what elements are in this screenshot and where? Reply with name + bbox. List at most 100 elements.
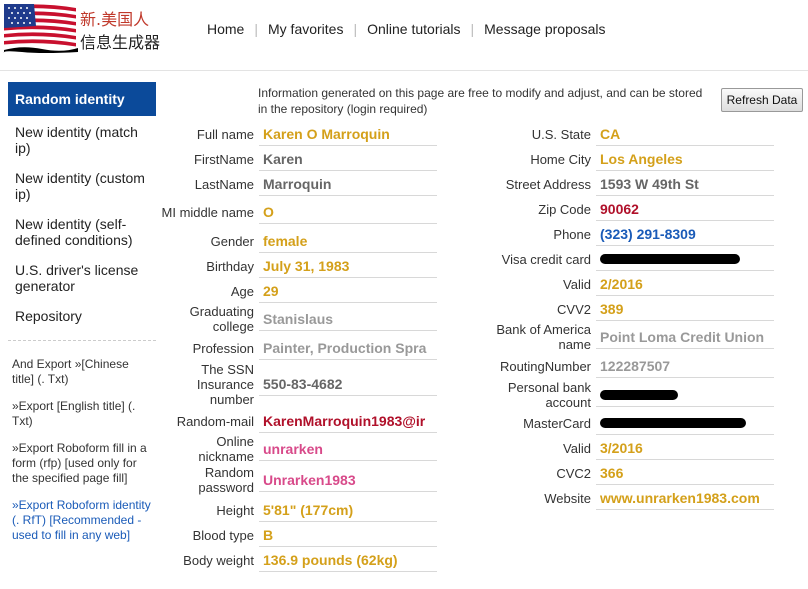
logo-line-1: 新.美国人 [80,10,150,29]
right-value-text: Los Angeles [600,150,683,167]
right-row-cvv2: CVV2 389 [490,297,774,321]
export-roboform-rft-link[interactable]: »Export Roboform identity (. RfT) [Recom… [8,498,156,543]
right-value-text: 1593 W 49th St [600,175,699,192]
export-chinese-txt-link[interactable]: And Export »[Chinese title] (. Txt) [8,357,156,387]
sidebar-item-custom-ip[interactable]: New identity (custom ip) [8,162,156,208]
right-value-text: Point Loma Credit Union [600,328,765,345]
right-value-cvv2[interactable]: 389 [596,297,774,321]
right-label-valid: Valid [563,440,591,456]
nav-online-tutorials[interactable]: Online tutorials [367,21,460,37]
sidebar-item-self-defined[interactable]: New identity (self-defined conditions) [8,208,156,254]
left-value-blood-type[interactable]: B [259,523,437,547]
left-row-random-mail: Random-mail KarenMarroquin1983@ir [160,409,437,433]
left-value-text: 29 [263,282,279,299]
left-label-gender: Gender [210,233,254,249]
nav-separator: | [254,21,258,37]
left-value-full-name[interactable]: Karen O Marroquin [259,122,437,146]
left-value-text: KarenMarroquin1983@ir [263,412,426,429]
right-value-personal-bank-account[interactable] [596,383,774,407]
left-value-online-nickname[interactable]: unrarken [259,437,437,461]
right-label-mastercard: MasterCard [523,415,591,431]
right-label-phone: Phone [553,226,591,242]
right-value-u-s-state[interactable]: CA [596,122,774,146]
right-value-routingnumber[interactable]: 122287507 [596,354,774,378]
left-value-firstname[interactable]: Karen [259,147,437,171]
left-label-blood-type: Blood type [192,527,254,543]
left-value-gender[interactable]: female [259,229,437,253]
nav-my-favorites[interactable]: My favorites [268,21,343,37]
right-label-cvv2: CVV2 [557,301,591,317]
right-row-bank-of-america-name: Bank of America name Point Loma Credit Un… [490,322,774,352]
left-value-the-ssn-insurance-number[interactable]: 550-83-4682 [259,372,437,396]
right-value-text: 366 [600,464,624,481]
left-label-body-weight: Body weight [183,552,254,568]
right-value-phone[interactable]: (323) 291-8309 [596,222,774,246]
left-row-blood-type: Blood type B [160,523,437,547]
sidebar-item-drivers-license[interactable]: U.S. driver's license generator [8,254,156,300]
sidebar-item-match-ip[interactable]: New identity (match ip) [8,116,156,162]
redaction-scribble [3,47,78,53]
left-value-lastname[interactable]: Marroquin [259,172,437,196]
left-label-height: Height [216,502,254,518]
sidebar-item-repository[interactable]: Repository [8,300,156,330]
right-row-cvc2: CVC2 366 [490,461,774,485]
left-label-firstname: FirstName [194,151,254,167]
right-value-text: 122287507 [600,357,671,374]
sidebar: Random identity New identity (match ip) … [8,82,156,555]
export-roboform-rfp-link[interactable]: »Export Roboform fill in a form (rfp) [u… [8,441,156,486]
refresh-data-button[interactable]: Refresh Data [721,88,803,112]
right-label-website: Website [544,490,591,506]
right-value-website[interactable]: www.unrarken1983.com [596,486,774,510]
right-value-text: (323) 291-8309 [600,225,696,242]
left-value-text: Unrarken1983 [263,471,356,488]
right-value-mastercard[interactable] [596,411,774,435]
left-value-body-weight[interactable]: 136.9 pounds (62kg) [259,548,437,572]
export-english-txt-link[interactable]: »Export [English title] (. Txt) [8,399,156,429]
left-value-text: 550-83-4682 [263,375,343,392]
right-label-routingnumber: RoutingNumber [499,358,591,374]
right-value-valid[interactable]: 3/2016 [596,436,774,460]
left-row-age: Age 29 [160,279,437,303]
right-row-street-address: Street Address 1593 W 49th St [490,172,774,196]
right-value-visa-credit-card[interactable] [596,247,774,271]
left-value-text: Karen O Marroquin [263,125,390,142]
top-nav: Home | My favorites | Online tutorials |… [207,21,606,37]
sidebar-item-random-identity[interactable]: Random identity [8,82,156,116]
right-value-cvc2[interactable]: 366 [596,461,774,485]
left-row-firstname: FirstName Karen [160,147,437,171]
left-value-graduating-college[interactable]: Stanislaus [259,307,437,331]
right-label-zip-code: Zip Code [538,201,591,217]
left-value-random-password[interactable]: Unrarken1983 [259,468,437,492]
logo-line-2: 信息生成器 [80,33,161,52]
left-label-lastname: LastName [194,176,254,192]
left-row-the-ssn-insurance-number: The SSN Insurance number 550-83-4682 [160,361,437,407]
nav-message-proposals[interactable]: Message proposals [484,21,605,37]
left-value-profession[interactable]: Painter, Production Spra [259,336,437,360]
right-row-valid: Valid 2/2016 [490,272,774,296]
right-value-street-address[interactable]: 1593 W 49th St [596,172,774,196]
right-value-bank-of-america-name[interactable]: Point Loma Credit Union [596,325,774,349]
nav-separator: | [470,21,475,37]
right-label-cvc2: CVC2 [556,465,591,481]
left-value-text: Marroquin [263,175,332,192]
left-value-age[interactable]: 29 [259,279,437,303]
left-value-text: 136.9 pounds (62kg) [263,551,398,568]
left-row-online-nickname: Online nickname unrarken [160,434,437,464]
right-label-u-s-state: U.S. State [531,126,591,142]
left-value-birthday[interactable]: July 31, 1983 [259,254,437,278]
right-row-home-city: Home City Los Angeles [490,147,774,171]
left-value-height[interactable]: 5'81" (177cm) [259,498,437,522]
left-row-mi-middle-name: MI middle name O [160,197,437,227]
right-value-zip-code[interactable]: 90062 [596,197,774,221]
right-label-home-city: Home City [530,151,591,167]
right-value-text: 3/2016 [600,439,643,456]
nav-home[interactable]: Home [207,21,244,37]
right-row-routingnumber: RoutingNumber 122287507 [490,354,774,378]
left-value-mi-middle-name[interactable]: O [259,200,437,224]
right-value-valid[interactable]: 2/2016 [596,272,774,296]
left-row-profession: Profession Painter, Production Spra [160,336,437,360]
right-value-home-city[interactable]: Los Angeles [596,147,774,171]
left-label-mi-middle-name: MI middle name [161,204,254,220]
left-value-random-mail[interactable]: KarenMarroquin1983@ir [259,409,437,433]
site-logo-text[interactable]: 新.美国人 信息生成器 [80,8,160,54]
